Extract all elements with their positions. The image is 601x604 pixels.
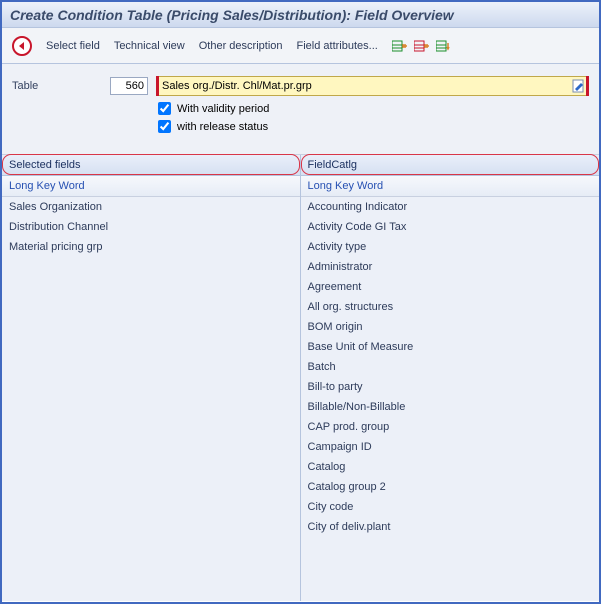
select-field-button[interactable]: Select field bbox=[46, 40, 100, 52]
list-item[interactable]: All org. structures bbox=[301, 297, 600, 317]
field-catalog-grid: FieldCatlg Long Key Word Accounting Indi… bbox=[301, 155, 600, 601]
validity-label: With validity period bbox=[177, 103, 269, 115]
back-button[interactable] bbox=[12, 36, 32, 56]
list-item[interactable]: Distribution Channel bbox=[2, 217, 300, 237]
list-item[interactable]: CAP prod. group bbox=[301, 417, 600, 437]
selected-fields-grid: Selected fields Long Key Word Sales Orga… bbox=[2, 155, 301, 601]
selected-column-header[interactable]: Long Key Word bbox=[2, 176, 300, 197]
catalog-column-header[interactable]: Long Key Word bbox=[301, 176, 600, 197]
list-item[interactable]: City of deliv.plant bbox=[301, 517, 600, 537]
edit-icon[interactable] bbox=[570, 77, 588, 95]
titlebar: Create Condition Table (Pricing Sales/Di… bbox=[2, 2, 599, 28]
list-item[interactable]: Catalog bbox=[301, 457, 600, 477]
release-checkbox[interactable] bbox=[158, 120, 171, 133]
validity-checkbox[interactable] bbox=[158, 102, 171, 115]
selected-body: Sales OrganizationDistribution ChannelMa… bbox=[2, 197, 300, 601]
selected-fields-title: Selected fields bbox=[2, 155, 300, 176]
list-item[interactable]: Activity type bbox=[301, 237, 600, 257]
list-item[interactable]: Agreement bbox=[301, 277, 600, 297]
list-item[interactable]: BOM origin bbox=[301, 317, 600, 337]
list-item[interactable]: Batch bbox=[301, 357, 600, 377]
grid-insert-icon[interactable] bbox=[392, 39, 408, 53]
toolbar: Select field Technical view Other descri… bbox=[2, 28, 599, 64]
grid-delete-icon[interactable] bbox=[414, 39, 430, 53]
table-name-input[interactable] bbox=[157, 78, 570, 94]
table-label: Table bbox=[12, 80, 102, 92]
list-item[interactable]: Administrator bbox=[301, 257, 600, 277]
list-item[interactable]: Sales Organization bbox=[2, 197, 300, 217]
table-number-input[interactable] bbox=[110, 77, 148, 95]
form-area: Table With validity period with release … bbox=[2, 64, 599, 155]
release-label: with release status bbox=[177, 121, 268, 133]
table-name-wrap bbox=[156, 76, 589, 96]
list-item[interactable]: Bill-to party bbox=[301, 377, 600, 397]
catalog-body: Accounting IndicatorActivity Code GI Tax… bbox=[301, 197, 600, 601]
list-item[interactable]: Campaign ID bbox=[301, 437, 600, 457]
list-item[interactable]: Material pricing grp bbox=[2, 237, 300, 257]
list-item[interactable]: Accounting Indicator bbox=[301, 197, 600, 217]
list-item[interactable]: Billable/Non-Billable bbox=[301, 397, 600, 417]
technical-view-button[interactable]: Technical view bbox=[114, 40, 185, 52]
grids: Selected fields Long Key Word Sales Orga… bbox=[2, 155, 599, 601]
list-item[interactable]: Activity Code GI Tax bbox=[301, 217, 600, 237]
list-item[interactable]: City code bbox=[301, 497, 600, 517]
list-item[interactable]: Base Unit of Measure bbox=[301, 337, 600, 357]
catalog-title: FieldCatlg bbox=[301, 155, 600, 176]
grid-action-icon[interactable] bbox=[436, 39, 452, 53]
back-arrow-icon bbox=[17, 41, 27, 51]
page-title: Create Condition Table (Pricing Sales/Di… bbox=[10, 7, 454, 23]
field-attributes-button[interactable]: Field attributes... bbox=[297, 40, 378, 52]
list-item[interactable]: Catalog group 2 bbox=[301, 477, 600, 497]
other-description-button[interactable]: Other description bbox=[199, 40, 283, 52]
